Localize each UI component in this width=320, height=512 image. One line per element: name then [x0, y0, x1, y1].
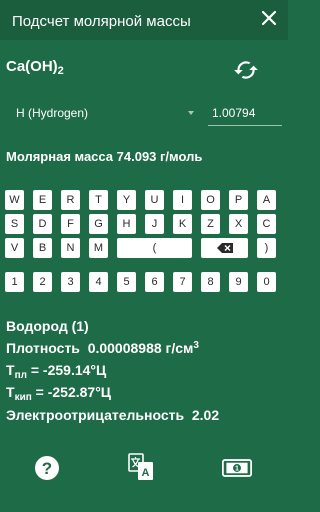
close-icon: [261, 10, 277, 26]
help-button[interactable]: ?: [32, 453, 62, 483]
melting-point-line: Tпл = -259.14°Ц: [6, 362, 106, 381]
element-dropdown[interactable]: H (Hydrogen): [8, 100, 198, 126]
key-t[interactable]: T: [89, 190, 108, 210]
svg-text:A: A: [142, 467, 150, 479]
key-g[interactable]: G: [89, 214, 108, 234]
key-b[interactable]: B: [33, 238, 52, 258]
key-p[interactable]: P: [229, 190, 248, 210]
key-k[interactable]: K: [173, 214, 192, 234]
svg-text:?: ?: [42, 459, 52, 478]
key-w[interactable]: W: [5, 190, 24, 210]
key-2[interactable]: 2: [33, 272, 52, 292]
molar-mass-result: Молярная масса 74.093 г/моль: [6, 149, 203, 164]
density-label: Плотность: [6, 340, 80, 356]
formula-subscript: 2: [57, 65, 64, 77]
key-v[interactable]: V: [5, 238, 24, 258]
key-7[interactable]: 7: [173, 272, 192, 292]
app-title: Подсчет молярной массы: [12, 13, 191, 30]
formula-display: Ca(OH)2: [6, 58, 64, 77]
key-0[interactable]: 0: [257, 272, 276, 292]
key-o[interactable]: O: [201, 190, 220, 210]
density-value: 0.00008988 г/см: [87, 340, 194, 356]
translate-icon: A: [128, 453, 153, 480]
key-r[interactable]: R: [61, 190, 80, 210]
key-close-paren[interactable]: ): [257, 238, 276, 258]
backspace-key[interactable]: [201, 238, 248, 258]
key-x[interactable]: X: [229, 214, 248, 234]
dropdown-arrow-icon: [188, 111, 194, 115]
boiling-point-line: Tкип = -252.87°Ц: [6, 384, 111, 403]
key-1[interactable]: 1: [5, 272, 24, 292]
key-h[interactable]: H: [117, 214, 136, 234]
formula-base: Ca(OH): [6, 58, 58, 75]
backspace-icon: [216, 243, 233, 253]
electronegativity-value: 2.02: [191, 407, 220, 423]
key-8[interactable]: 8: [201, 272, 220, 292]
element-dropdown-value: H (Hydrogen): [16, 106, 89, 120]
refresh-icon: [234, 61, 258, 79]
key-u[interactable]: U: [145, 190, 164, 210]
element-name: Водород (1): [6, 318, 89, 334]
key-f[interactable]: F: [61, 214, 80, 234]
key-z[interactable]: Z: [201, 214, 220, 234]
key-s[interactable]: S: [5, 214, 24, 234]
atomic-mass-field[interactable]: 1.00794: [208, 100, 282, 126]
key-6[interactable]: 6: [145, 272, 164, 292]
key-9[interactable]: 9: [229, 272, 248, 292]
boiling-value: = -252.87°Ц: [31, 384, 112, 400]
key-open-paren[interactable]: (: [117, 238, 192, 258]
key-d[interactable]: D: [33, 214, 52, 234]
close-button[interactable]: [256, 5, 282, 31]
melting-value: = -259.14°Ц: [26, 362, 107, 378]
translate-button[interactable]: A: [126, 452, 156, 482]
key-e[interactable]: E: [33, 190, 52, 210]
refresh-button[interactable]: [230, 54, 262, 86]
electronegativity-line: Электроотрицательность 2.02: [6, 407, 219, 423]
electronegativity-label: Электроотрицательность: [6, 407, 185, 423]
density-unit-exponent: 3: [193, 340, 199, 351]
donate-button[interactable]: 1: [222, 453, 252, 483]
melting-label: T: [6, 362, 15, 378]
boiling-label: T: [6, 384, 15, 400]
key-c[interactable]: C: [257, 214, 276, 234]
key-3[interactable]: 3: [61, 272, 80, 292]
key-a[interactable]: A: [257, 190, 276, 210]
money-icon: 1: [222, 459, 252, 477]
key-5[interactable]: 5: [117, 272, 136, 292]
svg-text:1: 1: [235, 466, 239, 473]
atomic-mass-value: 1.00794: [212, 106, 256, 120]
melting-label-subscript: пл: [14, 370, 27, 381]
density-line: Плотность 0.00008988 г/см3: [6, 340, 199, 356]
boiling-label-subscript: кип: [14, 392, 32, 403]
key-m[interactable]: M: [89, 238, 108, 258]
key-y[interactable]: Y: [117, 190, 136, 210]
key-i[interactable]: I: [173, 190, 192, 210]
key-4[interactable]: 4: [89, 272, 108, 292]
key-j[interactable]: J: [145, 214, 164, 234]
help-icon: ?: [35, 456, 59, 480]
key-n[interactable]: N: [61, 238, 80, 258]
title-bar: Подсчет молярной массы: [0, 0, 288, 40]
